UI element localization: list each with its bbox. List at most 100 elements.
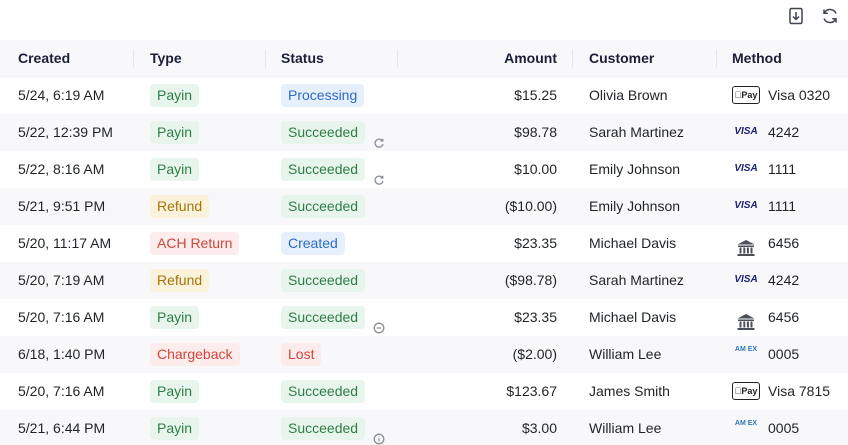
table-row[interactable]: 5/20, 7:16 AM Payin Succeeded $123.67 Ja… bbox=[0, 373, 848, 410]
type-badge: Refund bbox=[150, 194, 210, 218]
created-cell: 5/24, 6:19 AM bbox=[18, 87, 105, 103]
table-row[interactable]: 5/22, 8:16 AM Payin Succeeded $10.00 Emi… bbox=[0, 151, 848, 188]
column-divider[interactable] bbox=[572, 50, 573, 68]
status-cell: Succeeded bbox=[281, 262, 366, 299]
status-cell: Succeeded bbox=[281, 188, 366, 225]
download-icon[interactable] bbox=[786, 6, 806, 26]
table-row[interactable]: 5/20, 7:19 AM Refund Succeeded ($98.78) … bbox=[0, 262, 848, 299]
column-header-customer[interactable]: Customer bbox=[589, 40, 654, 77]
column-header-method[interactable]: Method bbox=[732, 40, 782, 77]
status-cell: Succeeded bbox=[281, 114, 385, 151]
type-badge: Payin bbox=[150, 305, 200, 329]
customer-cell[interactable]: James Smith bbox=[589, 373, 670, 410]
table-body: 5/24, 6:19 AM Payin Processing $15.25 Ol… bbox=[0, 77, 848, 445]
type-badge: Payin bbox=[150, 120, 200, 144]
method-label: 6456 bbox=[768, 235, 800, 251]
created-cell: 5/20, 7:16 AM bbox=[18, 383, 105, 399]
customer-cell[interactable]: Michael Davis bbox=[589, 299, 676, 336]
status-cell: Processing bbox=[281, 77, 365, 114]
toolbar bbox=[786, 6, 840, 26]
type-cell: Chargeback bbox=[150, 336, 240, 373]
method-cell: AM EX 0005 bbox=[732, 410, 799, 445]
refund-icon[interactable] bbox=[373, 163, 385, 185]
customer-cell[interactable]: Emily Johnson bbox=[589, 188, 680, 225]
amount-cell: $123.67 bbox=[506, 383, 557, 399]
amount-cell: $15.25 bbox=[514, 87, 557, 103]
status-cell: Lost bbox=[281, 336, 322, 373]
column-divider[interactable] bbox=[265, 50, 266, 68]
status-badge: Lost bbox=[281, 342, 322, 366]
method-cell: VISA 1111 bbox=[732, 151, 796, 188]
column-divider[interactable] bbox=[133, 50, 134, 68]
type-cell: Payin bbox=[150, 299, 200, 336]
type-cell: ACH Return bbox=[150, 225, 240, 262]
customer-cell[interactable]: Sarah Martinez bbox=[589, 114, 684, 151]
method-cell: VISA 4242 bbox=[732, 114, 799, 151]
method-label: 4242 bbox=[768, 124, 800, 140]
refresh-icon[interactable] bbox=[820, 6, 840, 26]
type-cell: Payin bbox=[150, 151, 200, 188]
amount-cell: ($2.00) bbox=[512, 346, 557, 362]
amount-cell: $10.00 bbox=[514, 161, 557, 177]
status-badge: Succeeded bbox=[281, 194, 366, 218]
customer-cell[interactable]: Sarah Martinez bbox=[589, 262, 684, 299]
visa-icon: VISA bbox=[734, 274, 758, 286]
column-divider[interactable] bbox=[716, 50, 717, 68]
customer-cell[interactable]: Michael Davis bbox=[589, 225, 676, 262]
created-cell: 5/22, 8:16 AM bbox=[18, 161, 105, 177]
method-label: 0005 bbox=[768, 420, 800, 436]
status-cell: Succeeded bbox=[281, 299, 385, 336]
apple-pay-icon: Pay bbox=[732, 86, 760, 105]
column-header-created[interactable]: Created bbox=[18, 40, 70, 77]
customer-cell[interactable]: Olivia Brown bbox=[589, 77, 668, 114]
type-badge: Payin bbox=[150, 157, 200, 181]
column-header-amount[interactable]: Amount bbox=[504, 40, 557, 77]
method-label: Visa 0320 bbox=[768, 87, 831, 103]
column-header-type[interactable]: Type bbox=[150, 40, 182, 77]
method-cell: Pay Visa 0320 bbox=[732, 77, 830, 114]
transactions-table: Created Type Status Amount Customer Meth… bbox=[0, 40, 848, 445]
type-badge: ACH Return bbox=[150, 231, 240, 255]
table-row[interactable]: 5/20, 11:17 AM ACH Return Created $23.35… bbox=[0, 225, 848, 262]
status-badge: Succeeded bbox=[281, 268, 366, 292]
column-header-status[interactable]: Status bbox=[281, 40, 324, 77]
created-cell: 6/18, 1:40 PM bbox=[18, 346, 106, 362]
info-icon[interactable] bbox=[373, 422, 385, 445]
created-cell: 5/22, 12:39 PM bbox=[18, 124, 113, 140]
amount-cell: $23.35 bbox=[514, 235, 557, 251]
created-cell: 5/21, 6:44 PM bbox=[18, 420, 106, 436]
table-row[interactable]: 5/20, 7:16 AM Payin Succeeded $23.35 Mic… bbox=[0, 299, 848, 336]
table-row[interactable]: 5/24, 6:19 AM Payin Processing $15.25 Ol… bbox=[0, 77, 848, 114]
table-row[interactable]: 5/21, 9:51 PM Refund Succeeded ($10.00) … bbox=[0, 188, 848, 225]
refund-icon[interactable] bbox=[373, 126, 385, 148]
method-cell: VISA 4242 bbox=[732, 262, 799, 299]
column-divider[interactable] bbox=[397, 50, 398, 68]
customer-cell[interactable]: William Lee bbox=[589, 410, 661, 445]
status-badge: Succeeded bbox=[281, 120, 366, 144]
minus-circle-icon[interactable] bbox=[373, 311, 385, 334]
method-label: Visa 7815 bbox=[768, 383, 831, 399]
type-cell: Refund bbox=[150, 262, 210, 299]
customer-cell[interactable]: William Lee bbox=[589, 336, 661, 373]
method-cell: AM EX 0005 bbox=[732, 336, 799, 373]
amount-cell: ($98.78) bbox=[504, 272, 557, 288]
table-header: Created Type Status Amount Customer Meth… bbox=[0, 40, 848, 77]
type-cell: Payin bbox=[150, 77, 200, 114]
amount-cell: $98.78 bbox=[514, 124, 557, 140]
status-badge: Succeeded bbox=[281, 379, 366, 403]
visa-icon: VISA bbox=[734, 163, 758, 175]
amount-cell: ($10.00) bbox=[504, 198, 557, 214]
bank-icon bbox=[732, 308, 760, 331]
type-cell: Payin bbox=[150, 410, 200, 445]
apple-pay-icon: Pay bbox=[732, 382, 760, 401]
type-cell: Payin bbox=[150, 114, 200, 151]
table-row[interactable]: 5/22, 12:39 PM Payin Succeeded $98.78 Sa… bbox=[0, 114, 848, 151]
method-cell: VISA 1111 bbox=[732, 188, 796, 225]
customer-cell[interactable]: Emily Johnson bbox=[589, 151, 680, 188]
type-cell: Refund bbox=[150, 188, 210, 225]
method-label: 6456 bbox=[768, 309, 800, 325]
table-row[interactable]: 6/18, 1:40 PM Chargeback Lost ($2.00) Wi… bbox=[0, 336, 848, 373]
table-row[interactable]: 5/21, 6:44 PM Payin Succeeded $3.00 Will… bbox=[0, 410, 848, 445]
status-badge: Succeeded bbox=[281, 157, 366, 181]
method-label: 0005 bbox=[768, 346, 800, 362]
